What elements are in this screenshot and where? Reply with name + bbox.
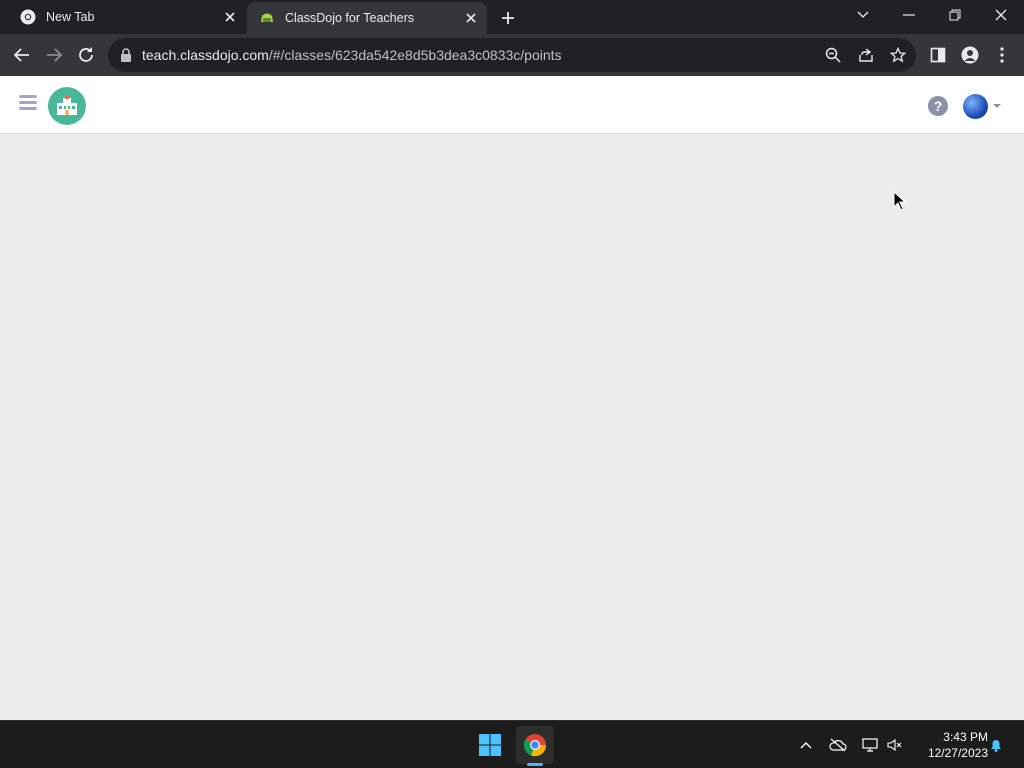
chrome-icon: [523, 734, 547, 757]
onedrive-offline-icon[interactable]: [829, 736, 847, 754]
close-tab-icon[interactable]: [463, 10, 479, 26]
help-icon[interactable]: ?: [928, 96, 948, 116]
windows-taskbar: 3:43 PM 12/27/2023: [0, 720, 1024, 768]
tab-strip: New Tab ClassDojo for Teachers: [0, 0, 1024, 34]
arrow-left-icon: [13, 48, 29, 62]
kebab-menu-icon: [1000, 47, 1004, 63]
minimize-icon: [903, 14, 915, 16]
bookmark-star-icon[interactable]: [888, 45, 908, 65]
school-logo-button[interactable]: [48, 87, 86, 125]
restore-icon: [949, 9, 961, 21]
minimize-button[interactable]: [886, 0, 932, 30]
volume-muted-icon[interactable]: [886, 736, 904, 754]
mouse-cursor-icon: [893, 190, 907, 211]
windows-icon: [479, 734, 501, 756]
tab-new-tab[interactable]: New Tab: [8, 0, 246, 34]
tab-title: ClassDojo for Teachers: [285, 11, 414, 25]
tab-search-button[interactable]: [840, 0, 886, 30]
tab-classdojo[interactable]: ClassDojo for Teachers: [247, 2, 487, 34]
tab-title: New Tab: [46, 10, 95, 24]
reload-button[interactable]: [74, 43, 98, 67]
network-icon[interactable]: [861, 736, 879, 754]
back-button[interactable]: [10, 43, 34, 67]
close-tab-icon[interactable]: [222, 9, 238, 25]
reload-icon: [79, 47, 93, 62]
new-tab-button[interactable]: [499, 9, 517, 27]
close-window-button[interactable]: [978, 0, 1024, 30]
url-host: teach.classdojo.com: [142, 47, 269, 63]
close-icon: [995, 9, 1007, 21]
profile-icon: [961, 46, 979, 64]
forward-button[interactable]: [42, 43, 66, 67]
profile-button[interactable]: [958, 43, 982, 67]
restore-button[interactable]: [932, 0, 978, 30]
classdojo-icon: [259, 10, 275, 26]
school-icon: [57, 96, 77, 115]
zoom-icon[interactable]: [823, 45, 843, 65]
url-text[interactable]: teach.classdojo.com/#/classes/623da542e8…: [142, 47, 562, 63]
chevron-up-icon[interactable]: [797, 736, 815, 754]
menu-button[interactable]: [990, 43, 1014, 67]
chevron-down-icon[interactable]: [993, 104, 1001, 108]
taskbar-clock[interactable]: 3:43 PM 12/27/2023: [912, 729, 988, 761]
share-icon[interactable]: [856, 45, 876, 65]
clock-date: 12/27/2023: [927, 746, 988, 760]
main-content: [0, 134, 1024, 720]
arrow-right-icon: [47, 48, 63, 62]
lock-icon: [120, 48, 132, 62]
clock-time: 3:43 PM: [943, 730, 988, 744]
start-button[interactable]: [471, 726, 509, 764]
side-panel-button[interactable]: [926, 43, 950, 67]
side-panel-icon: [930, 47, 946, 63]
page-header: ?: [0, 76, 1024, 134]
active-app-indicator: [527, 763, 543, 766]
chrome-icon: [20, 9, 36, 25]
user-avatar[interactable]: [963, 94, 988, 119]
address-bar[interactable]: teach.classdojo.com/#/classes/623da542e8…: [108, 38, 916, 72]
notification-bell-icon[interactable]: [987, 736, 1005, 754]
taskbar-chrome[interactable]: [516, 726, 554, 764]
hamburger-icon[interactable]: [19, 95, 37, 111]
browser-toolbar: teach.classdojo.com/#/classes/623da542e8…: [0, 34, 1024, 76]
plus-icon: [502, 12, 514, 24]
chevron-down-icon: [857, 11, 869, 18]
url-path: /#/classes/623da542e8d5b3dea3c0833c/poin…: [268, 47, 562, 63]
